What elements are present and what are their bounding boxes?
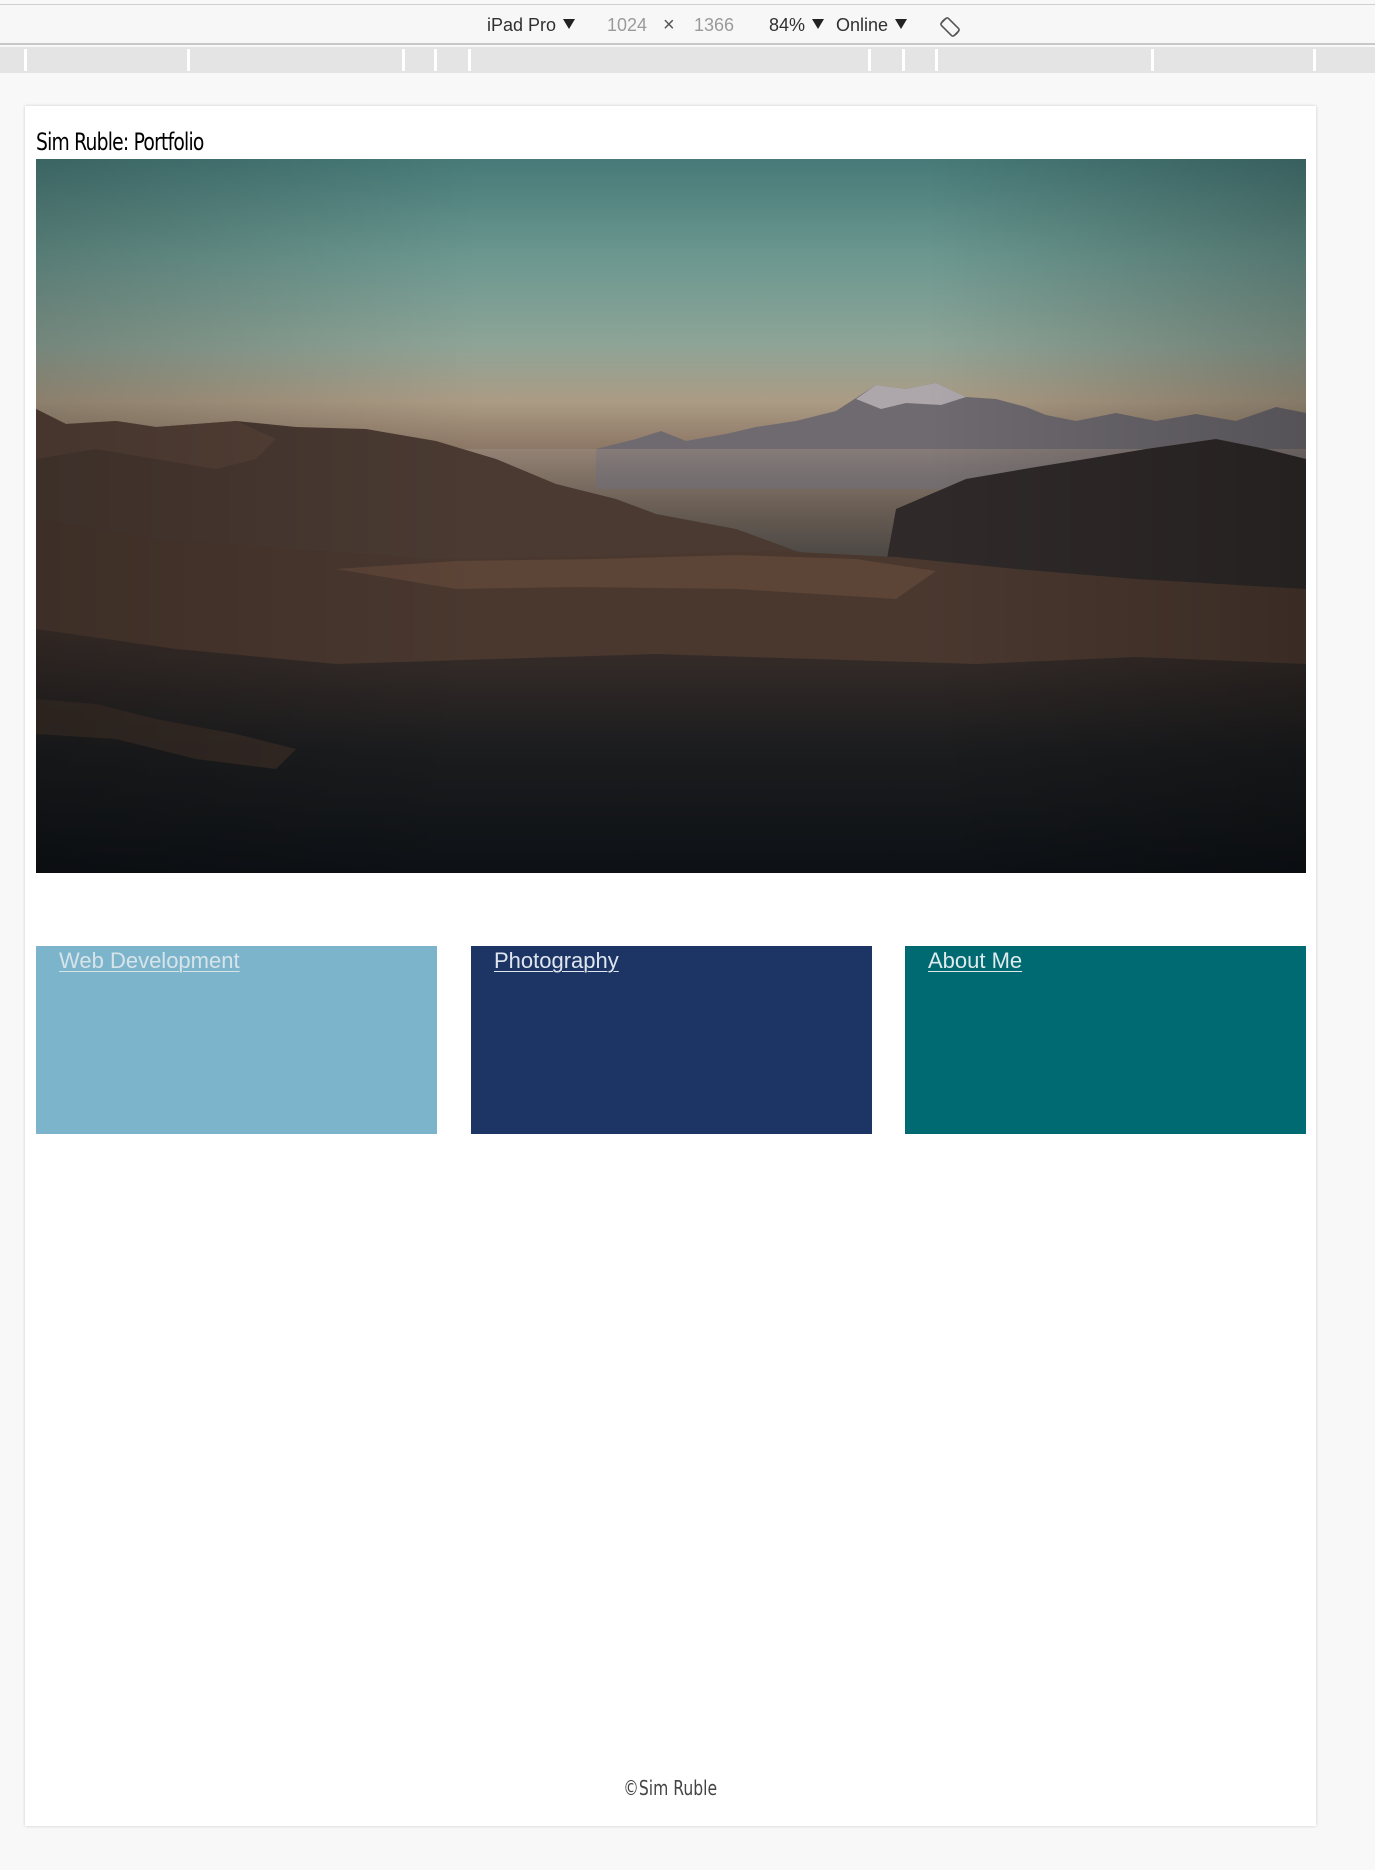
device-toolbar: iPad Pro 1024 × 1366 84% Online <box>0 5 1375 45</box>
about-me-link[interactable]: About Me <box>928 948 1022 974</box>
device-select[interactable]: iPad Pro <box>487 5 576 45</box>
rotate-device-icon[interactable] <box>938 15 962 39</box>
zoom-select-label: 84% <box>769 15 806 35</box>
height-input[interactable]: 1366 <box>694 5 734 45</box>
chevron-down-icon <box>563 19 576 29</box>
emulated-page: Sim Ruble: Portfolio Web Development Pho… <box>25 106 1316 1826</box>
media-query-divider <box>187 49 190 71</box>
photography-link[interactable]: Photography <box>494 948 619 974</box>
network-throttle-select[interactable]: Online <box>836 5 908 45</box>
media-query-divider <box>868 49 871 71</box>
media-query-divider <box>1151 49 1154 71</box>
site-title: Sim Ruble: Portfolio <box>36 128 204 156</box>
media-query-divider <box>935 49 938 71</box>
web-development-link[interactable]: Web Development <box>59 948 240 974</box>
card-web-development[interactable]: Web Development <box>36 946 437 1134</box>
media-query-bar[interactable] <box>0 47 1375 73</box>
network-select-label: Online <box>836 15 889 35</box>
media-query-divider <box>434 49 437 71</box>
card-about-me[interactable]: About Me <box>905 946 1306 1134</box>
media-query-divider <box>24 49 27 71</box>
width-input[interactable]: 1024 <box>607 5 647 45</box>
media-query-divider <box>902 49 905 71</box>
footer-copyright: ©Sim Ruble <box>623 1776 718 1800</box>
footer: ©Sim Ruble <box>25 1776 1316 1800</box>
media-query-divider <box>468 49 471 71</box>
media-query-divider <box>1313 49 1316 71</box>
media-query-divider <box>402 49 405 71</box>
dimension-separator: × <box>663 14 675 36</box>
device-select-label: iPad Pro <box>487 15 557 35</box>
chevron-down-icon <box>812 19 825 29</box>
zoom-select[interactable]: 84% <box>769 5 825 45</box>
hero-image <box>36 159 1306 873</box>
chevron-down-icon <box>895 19 908 29</box>
card-photography[interactable]: Photography <box>471 946 872 1134</box>
